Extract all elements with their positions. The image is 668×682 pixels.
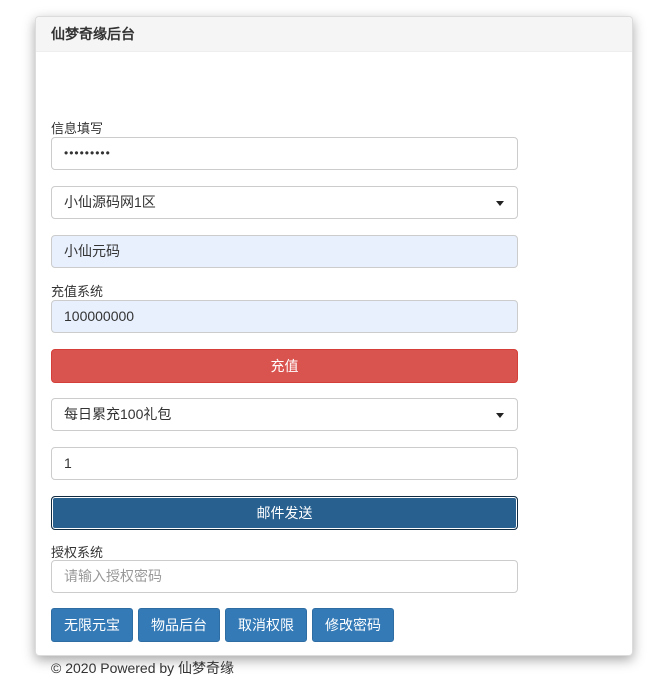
server-select-value: 小仙源码网1区 xyxy=(64,194,156,210)
auth-button-row: 无限元宝 物品后台 取消权限 修改密码 xyxy=(51,608,394,642)
quantity-value: 1 xyxy=(64,455,72,471)
chevron-down-icon xyxy=(496,201,504,206)
auth-password-input[interactable]: 请输入授权密码 xyxy=(51,560,518,593)
send-mail-button[interactable]: 邮件发送 xyxy=(51,496,518,530)
quantity-input[interactable]: 1 xyxy=(51,447,518,480)
recharge-amount-input[interactable]: 100000000 xyxy=(51,300,518,333)
recharge-amount-value: 100000000 xyxy=(64,308,135,324)
change-password-button[interactable]: 修改密码 xyxy=(312,608,394,642)
panel-title: 仙梦奇缘后台 xyxy=(36,17,632,52)
recharge-section-label: 充值系统 xyxy=(51,284,104,299)
password-input[interactable]: ••••••••• xyxy=(51,137,518,170)
item-backend-button[interactable]: 物品后台 xyxy=(138,608,220,642)
admin-panel: 仙梦奇缘后台 信息填写 ••••••••• 小仙源码网1区 小仙元码 充值系统 … xyxy=(35,16,633,676)
info-section-label: 信息填写 xyxy=(51,121,104,136)
revoke-permission-button[interactable]: 取消权限 xyxy=(225,608,307,642)
role-name-value: 小仙元码 xyxy=(64,243,120,259)
item-select[interactable]: 每日累充100礼包 xyxy=(51,398,518,431)
recharge-button[interactable]: 充值 xyxy=(51,349,518,383)
chevron-down-icon xyxy=(496,413,504,418)
auth-section-label: 授权系统 xyxy=(51,545,104,560)
server-select[interactable]: 小仙源码网1区 xyxy=(51,186,518,219)
footer-copyright: © 2020 Powered by 仙梦奇缘 xyxy=(51,660,235,676)
item-select-value: 每日累充100礼包 xyxy=(64,406,172,422)
auth-password-placeholder: 请输入授权密码 xyxy=(64,568,162,584)
unlimited-yuanbao-button[interactable]: 无限元宝 xyxy=(51,608,133,642)
role-name-input[interactable]: 小仙元码 xyxy=(51,235,518,268)
password-value: ••••••••• xyxy=(64,146,111,160)
